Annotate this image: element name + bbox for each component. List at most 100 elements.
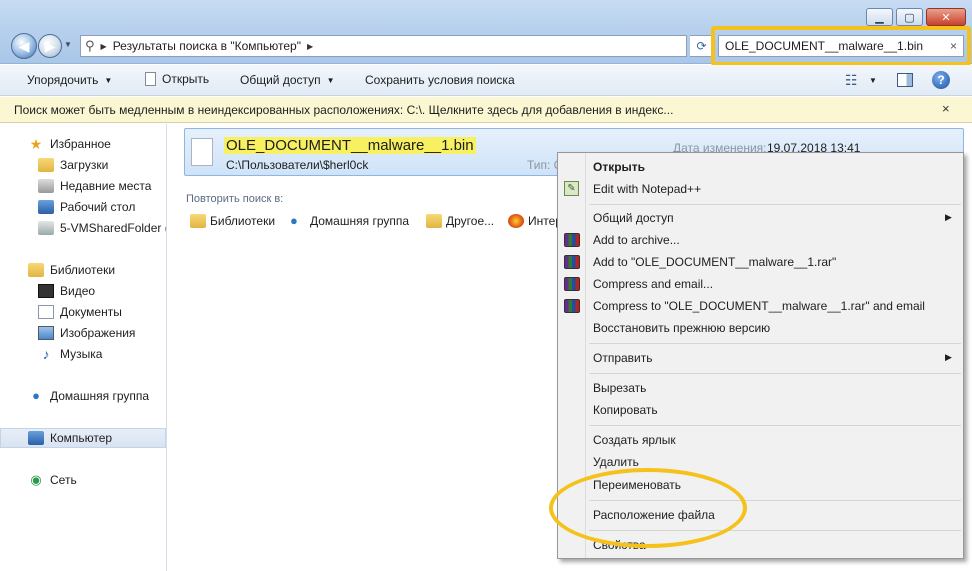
arrow-left-icon: ◀	[18, 37, 30, 54]
maximize-button[interactable]: ▢	[896, 8, 923, 26]
libraries-icon	[28, 263, 44, 277]
forward-button[interactable]: ▶	[38, 34, 62, 58]
repeat-in-other-link[interactable]: Другое...	[426, 214, 494, 228]
preview-pane-icon[interactable]	[897, 73, 913, 87]
menu-separator	[589, 204, 961, 205]
repeat-in-homegroup-link[interactable]: ● Домашняя группа	[290, 213, 410, 229]
repeat-in-internet-link[interactable]: Интер	[508, 214, 562, 228]
minimize-button[interactable]: ▁	[866, 8, 893, 26]
sidebar-item-desktop[interactable]: Рабочий стол	[0, 197, 166, 217]
open-button[interactable]: Открыть	[145, 72, 209, 86]
breadcrumb-search-results[interactable]: Результаты поиска в "Компьютер"	[113, 39, 301, 53]
menu-item-create-shortcut[interactable]: Создать ярлык	[593, 433, 676, 447]
sidebar-item-video[interactable]: Видео	[0, 281, 166, 301]
sidebar-item-homegroup[interactable]: ● Домашняя группа	[0, 386, 166, 406]
help-icon[interactable]: ?	[932, 71, 950, 89]
menu-item-restore-previous[interactable]: Восстановить прежнюю версию	[593, 321, 770, 335]
homegroup-icon: ●	[290, 213, 298, 228]
sidebar-item-music[interactable]: ♪ Музыка	[0, 344, 166, 364]
notepad-plus-plus-icon: ✎	[564, 181, 579, 196]
submenu-arrow-icon: ▶	[945, 352, 952, 362]
network-drive-icon	[38, 221, 54, 235]
downloads-folder-icon	[38, 158, 54, 172]
sidebar-item-favorites[interactable]: ★ Избранное	[0, 134, 166, 154]
sidebar-label: Изображения	[60, 326, 136, 340]
menu-item-cut[interactable]: Вырезать	[593, 381, 646, 395]
back-button[interactable]: ◀	[11, 33, 37, 59]
chevron-right-icon[interactable]: ▶	[101, 42, 107, 51]
history-dropdown-icon[interactable]: ▼	[64, 40, 72, 49]
computer-icon	[28, 431, 44, 445]
music-icon: ♪	[42, 346, 50, 362]
sidebar-label: Избранное	[50, 137, 111, 151]
save-search-label: Сохранить условия поиска	[365, 73, 515, 87]
star-icon: ★	[29, 136, 43, 152]
sidebar-item-pictures[interactable]: Изображения	[0, 323, 166, 343]
sidebar-label: Домашняя группа	[50, 389, 150, 403]
arrow-right-icon: ▶	[44, 37, 56, 54]
address-bar[interactable]: ⚲ ▶ Результаты поиска в "Компьютер" ▶	[80, 35, 687, 57]
result-file-path: C:\Пользователи\$herl0ck	[226, 158, 369, 172]
sidebar-item-network[interactable]: ◉ Сеть	[0, 470, 166, 490]
menu-item-share[interactable]: Общий доступ	[593, 211, 674, 225]
info-bar-close-icon[interactable]: ×	[942, 101, 950, 116]
video-icon	[38, 284, 54, 298]
search-location-icon: ⚲	[85, 38, 95, 53]
refresh-icon: ⟳	[696, 39, 707, 53]
menu-separator	[589, 425, 961, 426]
menu-item-add-to-rar[interactable]: Add to "OLE_DOCUMENT__malware__1.rar"	[593, 255, 836, 269]
sidebar-item-documents[interactable]: Документы	[0, 302, 166, 322]
menu-item-add-to-archive[interactable]: Add to archive...	[593, 233, 680, 247]
result-file-name: OLE_DOCUMENT__malware__1.bin	[224, 137, 476, 154]
folder-icon	[426, 214, 442, 228]
submenu-arrow-icon: ▶	[945, 212, 952, 222]
navigation-pane: ★ Избранное Загрузки Недавние места Рабо…	[0, 124, 167, 571]
repeat-in-libraries-link[interactable]: Библиотеки	[190, 214, 275, 228]
sidebar-label: Библиотеки	[50, 263, 116, 277]
sidebar-label: Компьютер	[50, 431, 113, 445]
menu-item-open[interactable]: Открыть	[593, 160, 645, 174]
repeat-link-label: Библиотеки	[210, 214, 276, 228]
share-button[interactable]: Общий доступ ▼	[240, 73, 335, 87]
save-search-button[interactable]: Сохранить условия поиска	[365, 73, 515, 87]
pictures-icon	[38, 326, 54, 340]
chevron-right-icon[interactable]: ▶	[307, 42, 313, 51]
repeat-link-label: Другое...	[446, 214, 495, 228]
caret-down-icon[interactable]: ▼	[869, 76, 877, 85]
repeat-link-label: Домашняя группа	[310, 214, 410, 228]
sidebar-item-computer[interactable]: Компьютер	[0, 428, 166, 448]
caret-down-icon: ▼	[104, 75, 113, 85]
sidebar-item-shared-folder[interactable]: 5-VMSharedFolder (\	[0, 218, 166, 238]
share-label: Общий доступ	[240, 73, 321, 87]
homegroup-icon: ●	[32, 388, 40, 403]
menu-item-copy[interactable]: Копировать	[593, 403, 658, 417]
menu-item-compress-rar-email[interactable]: Compress to "OLE_DOCUMENT__malware__1.ra…	[593, 299, 925, 313]
open-label: Открыть	[162, 72, 210, 86]
sidebar-label: Видео	[60, 284, 96, 298]
sidebar-label: Загрузки	[60, 158, 109, 172]
file-location-highlight-annotation	[549, 468, 747, 548]
sidebar-item-downloads[interactable]: Загрузки	[0, 155, 166, 175]
menu-item-compress-email[interactable]: Compress and email...	[593, 277, 713, 291]
sidebar-label: Музыка	[60, 347, 103, 361]
sidebar-item-libraries[interactable]: Библиотеки	[0, 260, 166, 280]
menu-separator	[589, 343, 961, 344]
index-info-bar[interactable]: Поиск может быть медленным в неиндексиро…	[0, 97, 972, 123]
menu-item-delete[interactable]: Удалить	[593, 455, 639, 469]
organize-button[interactable]: Упорядочить ▼	[27, 73, 112, 87]
menu-separator	[589, 373, 961, 374]
winrar-icon	[564, 277, 580, 291]
sidebar-label: Документы	[60, 305, 122, 319]
sidebar-item-recent-places[interactable]: Недавние места	[0, 176, 166, 196]
view-options-icon[interactable]: ☷	[845, 72, 858, 89]
network-icon: ◉	[30, 472, 42, 487]
sidebar-label: Рабочий стол	[60, 200, 136, 214]
sidebar-label: Недавние места	[60, 179, 152, 193]
search-highlight-annotation	[711, 26, 971, 66]
info-bar-text: Поиск может быть медленным в неиндексиро…	[14, 102, 674, 117]
menu-item-edit-notepad[interactable]: Edit with Notepad++	[593, 182, 701, 196]
close-window-button[interactable]: ✕	[926, 8, 966, 26]
sidebar-label: Сеть	[50, 473, 77, 487]
menu-item-send-to[interactable]: Отправить	[593, 351, 653, 365]
repeat-search-label: Повторить поиск в:	[186, 193, 284, 205]
